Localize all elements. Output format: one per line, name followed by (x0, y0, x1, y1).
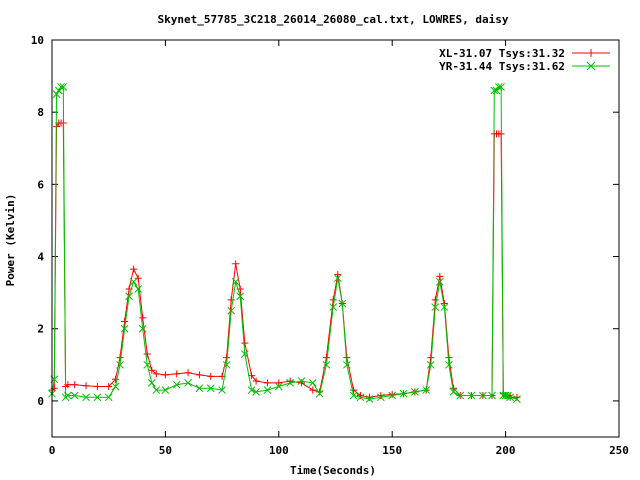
data-point (147, 379, 156, 387)
data-point (116, 354, 124, 362)
data-point (241, 339, 249, 347)
series-2 (48, 83, 521, 403)
legend-label: XL-31.07 Tsys:31.32 (439, 47, 565, 60)
y-tick-label: 0 (37, 395, 44, 408)
data-point (139, 314, 147, 322)
plot-area (48, 83, 521, 403)
y-tick-label: 10 (31, 34, 44, 47)
data-point (184, 369, 192, 377)
x-tick-label: 150 (382, 444, 402, 457)
y-axis-label: Power (Kelvin) (4, 194, 17, 287)
legend: XL-31.07 Tsys:31.32YR-31.44 Tsys:31.62 (439, 47, 610, 73)
x-tick-label: 250 (609, 444, 629, 457)
data-point (173, 370, 181, 378)
data-point (161, 371, 169, 379)
series-1 (48, 119, 521, 401)
data-point (82, 382, 90, 390)
y-tick-label: 8 (37, 106, 44, 119)
series-line (51, 122, 517, 398)
data-point (263, 379, 271, 387)
plot-frame (51, 39, 620, 438)
x-tick-label: 50 (159, 444, 172, 457)
series-line (51, 86, 518, 400)
data-point (322, 354, 330, 362)
data-point (130, 265, 138, 273)
data-point (134, 274, 142, 282)
x-tick-label: 100 (269, 444, 289, 457)
x-axis-label: Time(Seconds) (290, 464, 376, 477)
data-point (54, 86, 63, 95)
y-tick-label: 4 (37, 251, 44, 264)
data-point (71, 381, 79, 389)
data-point (195, 371, 203, 379)
data-point (93, 382, 101, 390)
x-tick-label: 0 (49, 444, 56, 457)
data-point (143, 350, 151, 358)
data-point (121, 318, 129, 326)
chart-title: Skynet_57785_3C218_26014_26080_cal.txt, … (158, 13, 509, 26)
data-point (232, 260, 240, 268)
legend-label: YR-31.44 Tsys:31.62 (439, 60, 565, 73)
chart-svg: Skynet_57785_3C218_26014_26080_cal.txt, … (4, 13, 629, 477)
y-tick-label: 6 (37, 178, 44, 191)
data-point (388, 390, 396, 398)
data-point (334, 271, 342, 279)
data-point (207, 372, 215, 380)
data-point (431, 296, 439, 304)
y-tick-label: 2 (37, 323, 44, 336)
x-tick-label: 200 (496, 444, 516, 457)
legend-marker (587, 49, 595, 57)
axis-ticks: 0 50 100 150 200 250 0 2 4 6 8 10 (31, 34, 629, 457)
data-point (329, 296, 337, 304)
